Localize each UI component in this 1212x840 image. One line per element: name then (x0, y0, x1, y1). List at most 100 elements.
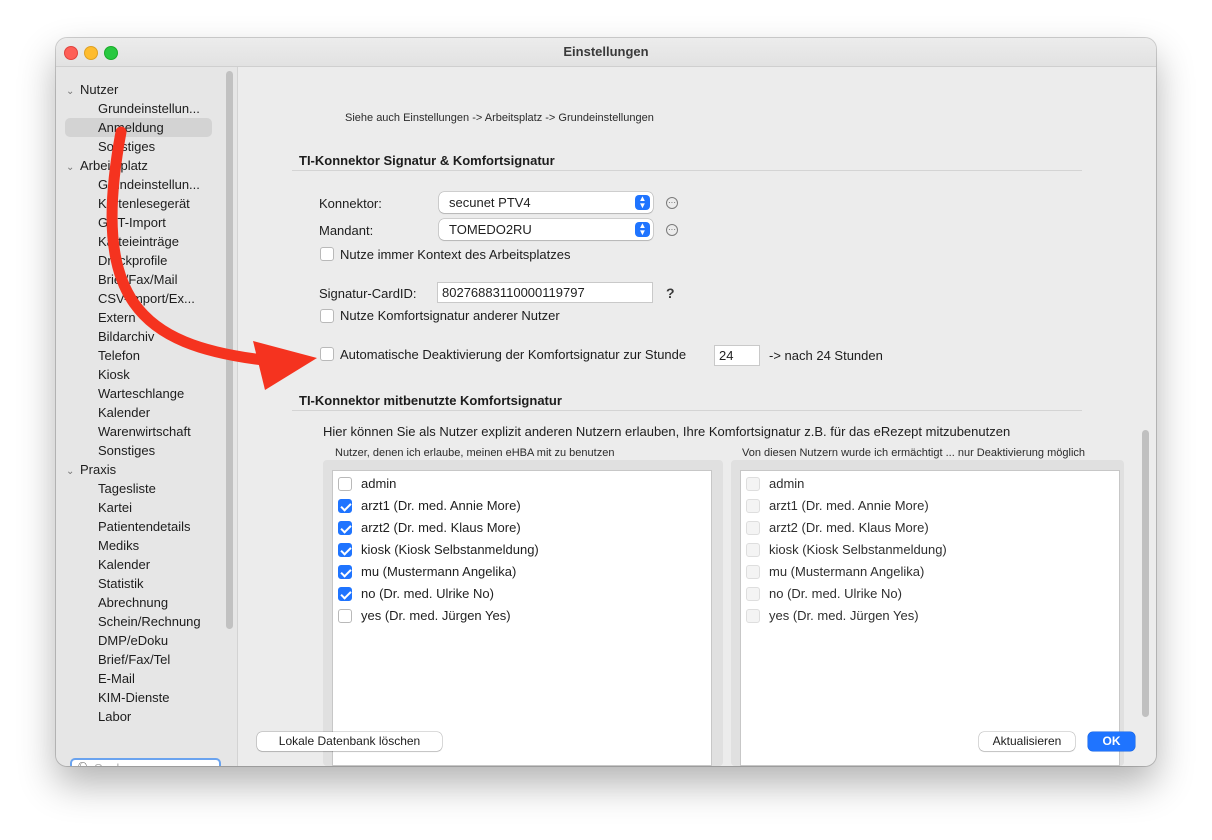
user-checkbox (746, 499, 760, 513)
sidebar-item-label: Anmeldung (98, 120, 164, 135)
allowed-users-list[interactable]: admin arzt1 (Dr. med. Annie More) arzt2 (D… (332, 470, 712, 766)
user-checkbox[interactable] (338, 565, 352, 579)
mandant-select[interactable]: TOMEDO2RU ▲ ▼ (439, 219, 653, 240)
hour-input[interactable]: 24 (714, 345, 760, 366)
list-item[interactable]: no (Dr. med. Ulrike No) (741, 583, 1119, 605)
sidebar-item-kartenlesegerät[interactable]: Kartenlesegerät (65, 194, 212, 213)
user-checkbox[interactable] (338, 543, 352, 557)
list-item[interactable]: arzt2 (Dr. med. Klaus More) (741, 517, 1119, 539)
sidebar-item-grundeinstellun[interactable]: Grundeinstellun... (65, 175, 212, 194)
sidebar-scrollbar[interactable] (226, 71, 233, 629)
chevron-down-icon[interactable]: ⌄ (66, 82, 80, 99)
list-item[interactable]: arzt1 (Dr. med. Annie More) (333, 495, 711, 517)
sidebar-item-telefon[interactable]: Telefon (65, 346, 212, 365)
sidebar-item-kalender[interactable]: Kalender (65, 403, 212, 422)
sidebar-item-label: Sonstiges (98, 443, 156, 458)
sidebar-item-gdt-import[interactable]: GDT-Import (65, 213, 212, 232)
auto-deactivate-checkbox[interactable] (320, 347, 334, 361)
sidebar-item-karteieinträge[interactable]: Karteieinträge (65, 232, 212, 251)
user-checkbox[interactable] (338, 521, 352, 535)
sidebar-item-schein-rechnung[interactable]: Schein/Rechnung (65, 612, 212, 631)
sidebar-item-extern[interactable]: Extern (65, 308, 212, 327)
sidebar-item-warteschlange[interactable]: Warteschlange (65, 384, 212, 403)
list-item[interactable]: arzt1 (Dr. med. Annie More) (741, 495, 1119, 517)
sidebar-item-dmp-edoku[interactable]: DMP/eDoku (65, 631, 212, 650)
sidebar-item-kartei[interactable]: Kartei (65, 498, 212, 517)
other-users-checkbox[interactable] (320, 309, 334, 323)
sidebar-item-label: Tagesliste (98, 481, 156, 496)
user-checkbox (746, 587, 760, 601)
sidebar-item-label: Schein/Rechnung (98, 614, 201, 629)
authorized-by-users-list[interactable]: admin arzt1 (Dr. med. Annie More) arzt2 (D… (740, 470, 1120, 766)
list-item[interactable]: no (Dr. med. Ulrike No) (333, 583, 711, 605)
other-users-checkbox-label: Nutze Komfortsignatur anderer Nutzer (340, 308, 560, 323)
list-item[interactable]: yes (Dr. med. Jürgen Yes) (333, 605, 711, 627)
list-item[interactable]: yes (Dr. med. Jürgen Yes) (741, 605, 1119, 627)
sidebar-item-tagesliste[interactable]: Tagesliste (65, 479, 212, 498)
sidebar-item-e-mail[interactable]: E-Mail (65, 669, 212, 688)
list-item[interactable]: kiosk (Kiosk Selbstanmeldung) (333, 539, 711, 561)
sidebar-group-arbeitsplatz[interactable]: ⌄ Arbeitsplatz (66, 156, 213, 175)
mandant-more-button[interactable]: ··· (666, 224, 678, 236)
sidebar-item-abrechnung[interactable]: Abrechnung (65, 593, 212, 612)
section-title-mitbenutzt: TI-Konnektor mitbenutzte Komfortsignatur (299, 393, 562, 408)
user-label: mu (Mustermann Angelika) (769, 564, 925, 579)
sidebar-item-label: Abrechnung (98, 595, 169, 610)
delete-local-db-button[interactable]: Lokale Datenbank löschen (257, 732, 442, 751)
chevron-down-icon[interactable]: ⌄ (66, 462, 80, 479)
user-label: arzt2 (Dr. med. Klaus More) (769, 520, 929, 535)
list-item[interactable]: arzt2 (Dr. med. Klaus More) (333, 517, 711, 539)
konnektor-more-button[interactable]: ··· (666, 197, 678, 209)
sidebar-item-mediks[interactable]: Mediks (65, 536, 212, 555)
sidebar-item-kiosk[interactable]: Kiosk (65, 365, 212, 384)
konnektor-select[interactable]: secunet PTV4 ▲ ▼ (439, 192, 653, 213)
list-item[interactable]: mu (Mustermann Angelika) (741, 561, 1119, 583)
refresh-button[interactable]: Aktualisieren (979, 732, 1075, 751)
sidebar-item-brief-fax-tel[interactable]: Brief/Fax/Tel (65, 650, 212, 669)
sidebar-item-patientendetails[interactable]: Patientendetails (65, 517, 212, 536)
sidebar-item-labor[interactable]: Labor (65, 707, 212, 726)
sidebar-item-sonstiges[interactable]: Sonstiges (65, 137, 212, 156)
sidebar-item-kalender[interactable]: Kalender (65, 555, 212, 574)
sidebar-item-anmeldung[interactable]: Anmeldung (65, 118, 212, 137)
sidebar-item-label: Labor (98, 709, 132, 724)
user-checkbox[interactable] (338, 477, 352, 491)
search-icon: 🔍︎ (77, 761, 92, 766)
sidebar-item-sonstiges[interactable]: Sonstiges (65, 441, 212, 460)
konnektor-select-value: secunet PTV4 (449, 195, 531, 210)
help-icon[interactable]: ? (666, 285, 675, 301)
cardid-input[interactable]: 80276883110000119797 (437, 282, 653, 303)
sidebar-item-label: Warenwirtschaft (98, 424, 191, 439)
user-checkbox[interactable] (338, 609, 352, 623)
sidebar-item-csv-import-ex[interactable]: CSV-Import/Ex... (65, 289, 212, 308)
list-item[interactable]: admin (333, 473, 711, 495)
settings-window: Einstellungen ⌄ Nutzer Grundeinstellun... A… (56, 38, 1156, 766)
sidebar-item-brief-fax-mail[interactable]: Brief/Fax/Mail (65, 270, 212, 289)
context-checkbox[interactable] (320, 247, 334, 261)
list-item[interactable]: mu (Mustermann Angelika) (333, 561, 711, 583)
sidebar-item-druckprofile[interactable]: Druckprofile (65, 251, 212, 270)
list-item[interactable]: admin (741, 473, 1119, 495)
chevron-down-icon[interactable]: ⌄ (66, 158, 80, 175)
search-input[interactable] (94, 761, 214, 766)
section-divider (292, 170, 1082, 171)
sidebar-item-label: Karteieinträge (98, 234, 179, 249)
list-item[interactable]: kiosk (Kiosk Selbstanmeldung) (741, 539, 1119, 561)
user-label: no (Dr. med. Ulrike No) (361, 586, 494, 601)
content-scrollbar[interactable] (1142, 430, 1149, 717)
user-checkbox[interactable] (338, 587, 352, 601)
sidebar-item-warenwirtschaft[interactable]: Warenwirtschaft (65, 422, 212, 441)
left-list-label: Nutzer, denen ich erlaube, meinen eHBA m… (335, 447, 615, 459)
sidebar-item-bildarchiv[interactable]: Bildarchiv (65, 327, 212, 346)
sidebar-item-label: Grundeinstellun... (98, 101, 200, 116)
sidebar-group-nutzer[interactable]: ⌄ Nutzer (66, 80, 213, 99)
ok-button[interactable]: OK (1088, 732, 1135, 751)
sidebar-item-statistik[interactable]: Statistik (65, 574, 212, 593)
sidebar-item-grundeinstellun[interactable]: Grundeinstellun... (65, 99, 212, 118)
sidebar-group-praxis[interactable]: ⌄ Praxis (66, 460, 213, 479)
cardid-label: Signatur-CardID: (319, 286, 417, 301)
search-field[interactable]: 🔍︎ (70, 758, 221, 766)
user-checkbox[interactable] (338, 499, 352, 513)
sidebar-item-kim-dienste[interactable]: KIM-Dienste (65, 688, 212, 707)
user-label: arzt2 (Dr. med. Klaus More) (361, 520, 521, 535)
